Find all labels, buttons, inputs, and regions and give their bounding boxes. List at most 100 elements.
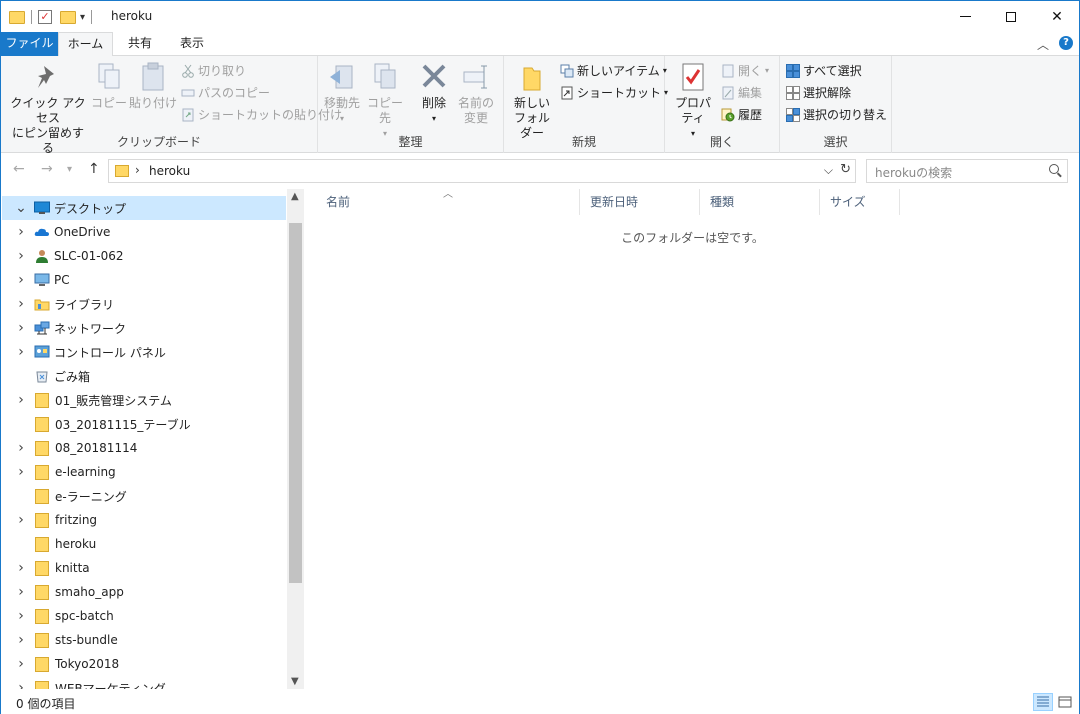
tab-home[interactable]: ホーム — [58, 32, 113, 57]
nav-tree-item[interactable]: › ネットワーク — [2, 316, 286, 340]
forward-arrow-icon[interactable]: → — [41, 161, 53, 177]
details-view-button[interactable] — [1033, 693, 1053, 711]
nav-tree-item[interactable]: › spc-batch — [2, 604, 286, 628]
recent-locations-chevron-icon[interactable]: ▾ — [67, 164, 72, 175]
column-header-type[interactable]: 種類 — [700, 189, 820, 215]
open-button[interactable]: 開く ▾ — [721, 61, 769, 81]
chevron-right-icon[interactable]: › — [14, 560, 28, 576]
qat-customize-dropdown[interactable]: ▾ — [80, 12, 85, 23]
scroll-down-icon[interactable]: ▼ — [291, 676, 299, 687]
address-bar[interactable]: › heroku ⌵ ↻ — [108, 159, 856, 183]
help-icon[interactable]: ? — [1059, 36, 1073, 50]
divider — [31, 10, 32, 24]
select-none-button[interactable]: 選択解除 — [786, 83, 851, 103]
search-box[interactable]: herokuの検索 — [866, 159, 1068, 183]
nav-tree-item[interactable]: › Tokyo2018 — [2, 652, 286, 676]
chevron-right-icon[interactable]: › — [14, 656, 28, 672]
nav-pane-scrollbar[interactable]: ▲ ▼ — [287, 189, 304, 689]
properties-qat-button[interactable]: ✓ — [38, 10, 52, 24]
tab-view[interactable]: 表示 — [166, 32, 218, 56]
ribbon-collapse-icon[interactable]: ︿ — [1037, 36, 1049, 53]
move-to-button[interactable]: 移動先 ▾ — [322, 62, 362, 126]
nav-tree-item[interactable]: › fritzing — [2, 508, 286, 532]
rename-button[interactable]: 名前の 変更 — [454, 62, 498, 126]
chevron-right-icon[interactable]: › — [14, 320, 28, 336]
chevron-right-icon[interactable]: › — [14, 608, 28, 624]
breadcrumb-chevron-icon[interactable]: › — [135, 163, 140, 177]
tab-share[interactable]: 共有 — [114, 32, 166, 56]
folder-icon — [35, 416, 49, 432]
column-header-modified[interactable]: 更新日時 — [580, 189, 700, 215]
chevron-right-icon[interactable]: › — [14, 224, 28, 240]
tab-file[interactable]: ファイル — [1, 32, 58, 56]
new-folder-button[interactable]: 新しい フォルダー — [510, 62, 554, 141]
chevron-right-icon[interactable]: › — [14, 680, 28, 689]
nav-tree-item[interactable]: › ライブラリ — [2, 292, 286, 316]
breadcrumb-current[interactable]: heroku — [149, 164, 190, 178]
copy-to-button[interactable]: コピー先 ▾ — [364, 62, 406, 141]
history-button[interactable]: 履歴 — [721, 105, 762, 125]
search-icon[interactable] — [1049, 164, 1059, 174]
column-header-size[interactable]: サイズ — [820, 189, 900, 215]
edit-button[interactable]: 編集 — [721, 83, 762, 103]
invert-selection-button[interactable]: 選択の切り替え — [786, 105, 887, 125]
chevron-right-icon[interactable]: › — [14, 584, 28, 600]
nav-tree-item[interactable]: › knitta — [2, 556, 286, 580]
nav-tree-item[interactable]: › コントロール パネル — [2, 340, 286, 364]
copy-button[interactable]: コピー — [91, 62, 127, 111]
large-icons-view-button[interactable] — [1055, 693, 1075, 711]
chevron-right-icon[interactable]: › — [14, 464, 28, 480]
new-folder-qat-button[interactable] — [60, 10, 76, 24]
chevron-right-icon[interactable]: › — [14, 440, 28, 456]
new-item-button[interactable]: 新しいアイテム ▾ — [560, 61, 667, 81]
copy-path-icon — [181, 86, 195, 100]
nav-tree-item[interactable]: › 08_20181114 — [2, 436, 286, 460]
new-item-label: 新しいアイテム — [577, 64, 660, 78]
close-button[interactable]: ✕ — [1034, 1, 1080, 32]
move-to-label: 移動先 — [323, 96, 360, 110]
file-list[interactable]: ︿ 名前 更新日時 種類 サイズ このフォルダーは空です。 — [306, 189, 1079, 689]
scrollbar-thumb[interactable] — [289, 223, 302, 583]
copy-path-button[interactable]: パスのコピー — [181, 83, 270, 103]
column-header-name[interactable]: 名前 — [316, 189, 580, 215]
scroll-up-icon[interactable]: ▲ — [291, 191, 299, 202]
nav-tree-item[interactable]: › OneDrive — [2, 220, 286, 244]
nav-tree-item[interactable]: e-ラーニング — [2, 484, 286, 508]
cut-button[interactable]: 切り取り — [181, 61, 246, 81]
nav-tree-item[interactable]: › smaho_app — [2, 580, 286, 604]
nav-tree-label: 03_20181115_テーブル — [55, 417, 191, 432]
maximize-button[interactable] — [988, 1, 1034, 32]
chevron-right-icon[interactable]: › — [14, 344, 28, 360]
address-history-chevron-icon[interactable]: ⌵ — [824, 163, 833, 178]
paste-button[interactable]: 貼り付け — [129, 62, 177, 111]
chevron-right-icon[interactable]: › — [14, 248, 28, 264]
select-all-button[interactable]: すべて選択 — [786, 61, 862, 81]
nav-tree-item[interactable]: › e-learning — [2, 460, 286, 484]
easy-access-button[interactable]: ショートカット ▾ — [560, 83, 668, 103]
back-arrow-icon[interactable]: ← — [13, 161, 25, 177]
chevron-right-icon[interactable]: › — [14, 272, 28, 288]
refresh-icon[interactable]: ↻ — [840, 162, 851, 177]
nav-tree-item[interactable]: ごみ箱 — [2, 364, 286, 388]
up-arrow-icon[interactable]: ↑ — [88, 161, 100, 177]
minimize-button[interactable] — [942, 1, 988, 32]
delete-button[interactable]: 削除 ▾ — [416, 62, 452, 126]
shortcut-icon — [560, 86, 574, 100]
chevron-right-icon[interactable]: › — [14, 392, 28, 408]
nav-tree-item[interactable]: › SLC-01-062 — [2, 244, 286, 268]
nav-tree-item[interactable]: ⌄ デスクトップ — [2, 196, 286, 220]
nav-tree-item[interactable]: › PC — [2, 268, 286, 292]
chevron-down-icon[interactable]: ⌄ — [14, 201, 28, 215]
select-none-label: 選択解除 — [803, 86, 852, 100]
nav-tree-item[interactable]: heroku — [2, 532, 286, 556]
onedrive-icon — [34, 225, 50, 239]
chevron-right-icon[interactable]: › — [14, 632, 28, 648]
nav-tree-item[interactable]: 03_20181115_テーブル — [2, 412, 286, 436]
nav-tree-item[interactable]: › sts-bundle — [2, 628, 286, 652]
properties-button[interactable]: プロパティ ▾ — [669, 62, 717, 141]
chevron-right-icon[interactable]: › — [14, 512, 28, 528]
nav-tree-label: e-ラーニング — [55, 489, 127, 504]
nav-tree-item[interactable]: › WEBマーケティング — [2, 676, 286, 689]
chevron-right-icon[interactable]: › — [14, 296, 28, 312]
nav-tree-item[interactable]: › 01_販売管理システム — [2, 388, 286, 412]
